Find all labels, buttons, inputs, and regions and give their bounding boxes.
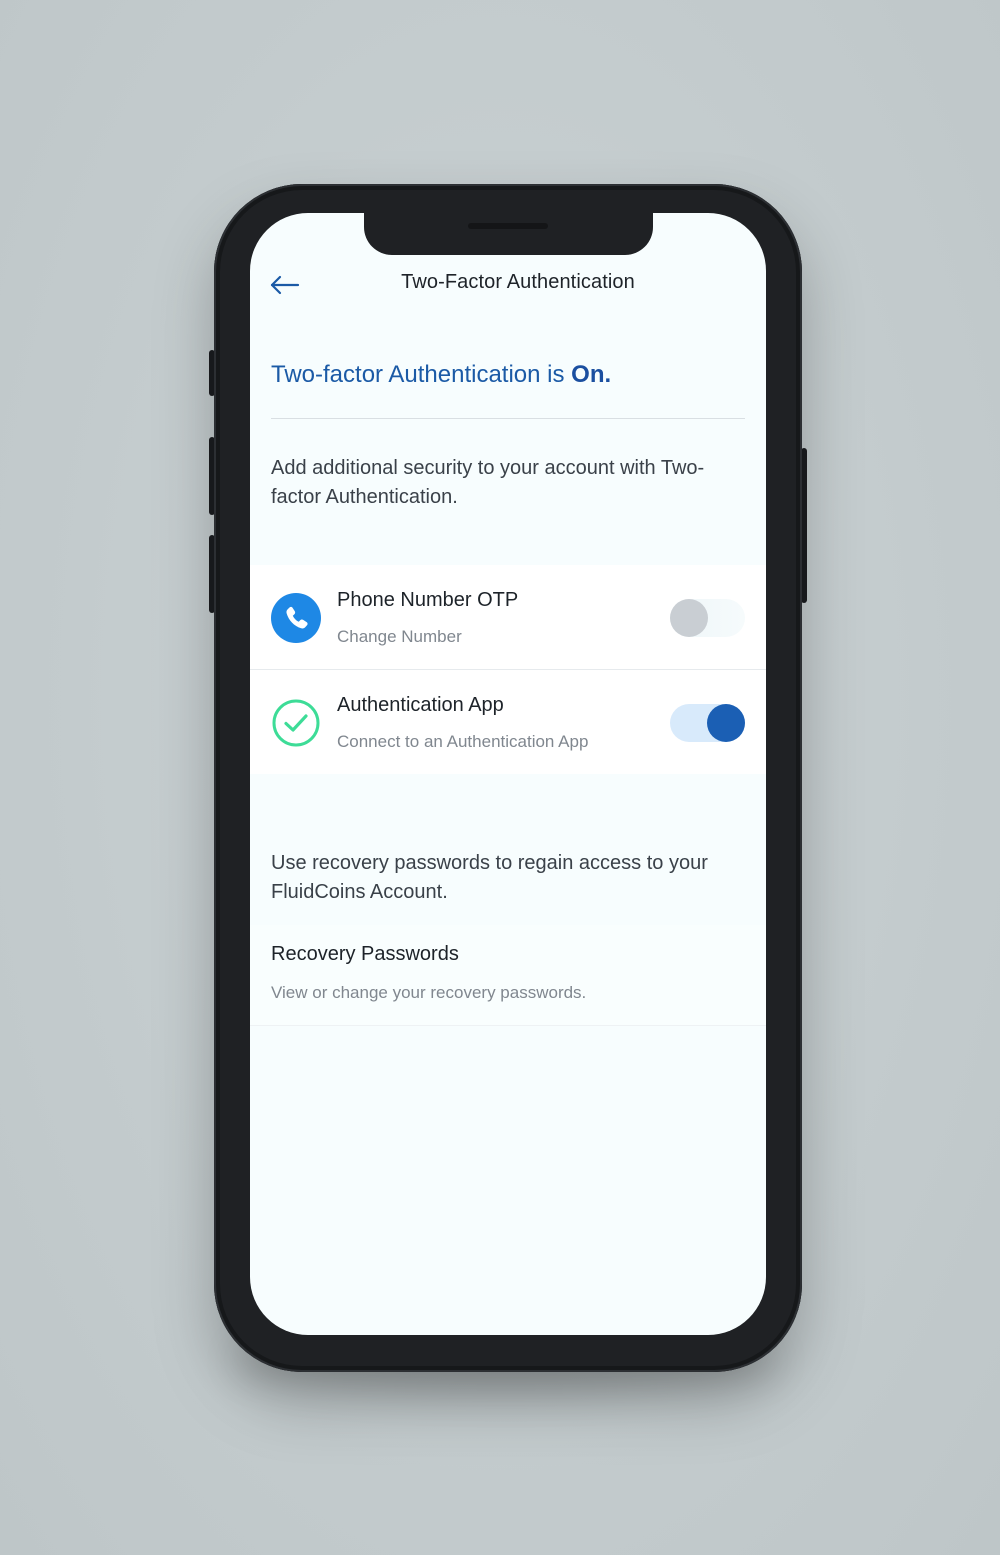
status-state: On. bbox=[571, 361, 612, 388]
notch bbox=[364, 213, 653, 255]
recovery-passwords-item[interactable]: Recovery Passwords View or change your r… bbox=[250, 925, 766, 1026]
recovery-description: Use recovery passwords to regain access … bbox=[271, 852, 708, 903]
two-factor-status: Two-factor Authentication is On. bbox=[271, 361, 611, 389]
speaker-grille bbox=[468, 223, 548, 229]
option-authentication-app[interactable]: Authentication App Connect to an Authent… bbox=[250, 669, 766, 774]
option-phone-otp[interactable]: Phone Number OTP Change Number bbox=[250, 565, 766, 669]
change-number-link[interactable]: Change Number bbox=[337, 627, 462, 647]
connect-app-link[interactable]: Connect to an Authentication App bbox=[337, 732, 588, 752]
phone-otp-toggle[interactable] bbox=[670, 599, 745, 637]
status-prefix: Two-factor Authentication is bbox=[271, 361, 572, 388]
phone-icon bbox=[271, 593, 321, 643]
arrow-left-icon bbox=[270, 275, 300, 295]
divider bbox=[271, 418, 745, 419]
intro-description: Add additional security to your account … bbox=[271, 457, 705, 508]
page-title: Two-Factor Authentication bbox=[401, 271, 635, 293]
recovery-title: Recovery Passwords bbox=[271, 943, 459, 965]
option-title: Authentication App bbox=[337, 694, 504, 716]
toggle-knob bbox=[707, 704, 745, 742]
phone-screen: Two-Factor Authentication Two-factor Aut… bbox=[250, 213, 766, 1335]
auth-options-list: Phone Number OTP Change Number Authentic… bbox=[250, 565, 766, 774]
authentication-app-toggle[interactable] bbox=[670, 704, 745, 742]
option-title: Phone Number OTP bbox=[337, 589, 519, 611]
mockup-background: Two-Factor Authentication Two-factor Aut… bbox=[0, 0, 1000, 1555]
check-circle-icon bbox=[271, 698, 321, 748]
toggle-knob bbox=[670, 599, 708, 637]
back-button[interactable] bbox=[268, 271, 302, 299]
recovery-subtitle: View or change your recovery passwords. bbox=[271, 983, 587, 1002]
